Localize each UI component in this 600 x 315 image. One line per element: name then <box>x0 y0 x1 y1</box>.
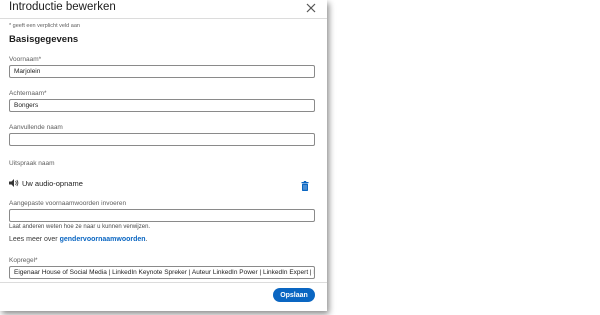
headline-label: Kopregel* <box>9 257 38 264</box>
additional-name-input[interactable] <box>9 133 315 146</box>
learn-suffix: . <box>145 236 148 243</box>
pronouns-learn-more: Lees meer over gendervoornaamwoorden. <box>9 236 148 243</box>
last-name-input[interactable]: Bongers <box>9 99 315 112</box>
headline-input[interactable]: Eigenaar House of Social Media | LinkedI… <box>9 266 315 279</box>
pronouns-link[interactable]: gendervoornaamwoorden <box>60 236 146 243</box>
header-divider <box>0 18 327 19</box>
required-note: * geeft een verplicht veld aan <box>9 23 80 29</box>
close-icon <box>306 3 316 13</box>
audio-label: Uw audio-opname <box>22 178 83 188</box>
modal-title: Introductie bewerken <box>9 1 116 13</box>
first-name-input[interactable]: Marjolein <box>9 65 315 78</box>
delete-audio-button[interactable] <box>301 178 309 191</box>
trash-icon <box>301 181 309 191</box>
close-button[interactable] <box>303 0 319 16</box>
pronouns-hint: Laat anderen weten hoe ze naar u kunnen … <box>9 224 151 230</box>
pronouns-input[interactable] <box>9 209 315 222</box>
footer-divider <box>0 282 327 283</box>
section-title: Basisgegevens <box>9 34 79 45</box>
pronouns-label: Aangepaste voornaamwoorden invoeren <box>9 200 127 207</box>
edit-intro-modal: Introductie bewerken * geeft een verplic… <box>0 0 327 311</box>
first-name-label: Voornaam* <box>9 56 42 63</box>
learn-prefix: Lees meer over <box>9 236 60 243</box>
pronunciation-label: Uitspraak naam <box>9 160 55 167</box>
save-button[interactable]: Opslaan <box>273 288 315 302</box>
additional-name-label: Aanvullende naam <box>9 124 63 131</box>
modal-header: Introductie bewerken <box>0 0 327 18</box>
speaker-icon <box>9 179 19 187</box>
last-name-label: Achternaam* <box>9 90 47 97</box>
audio-recording[interactable]: Uw audio-opname <box>9 177 83 189</box>
